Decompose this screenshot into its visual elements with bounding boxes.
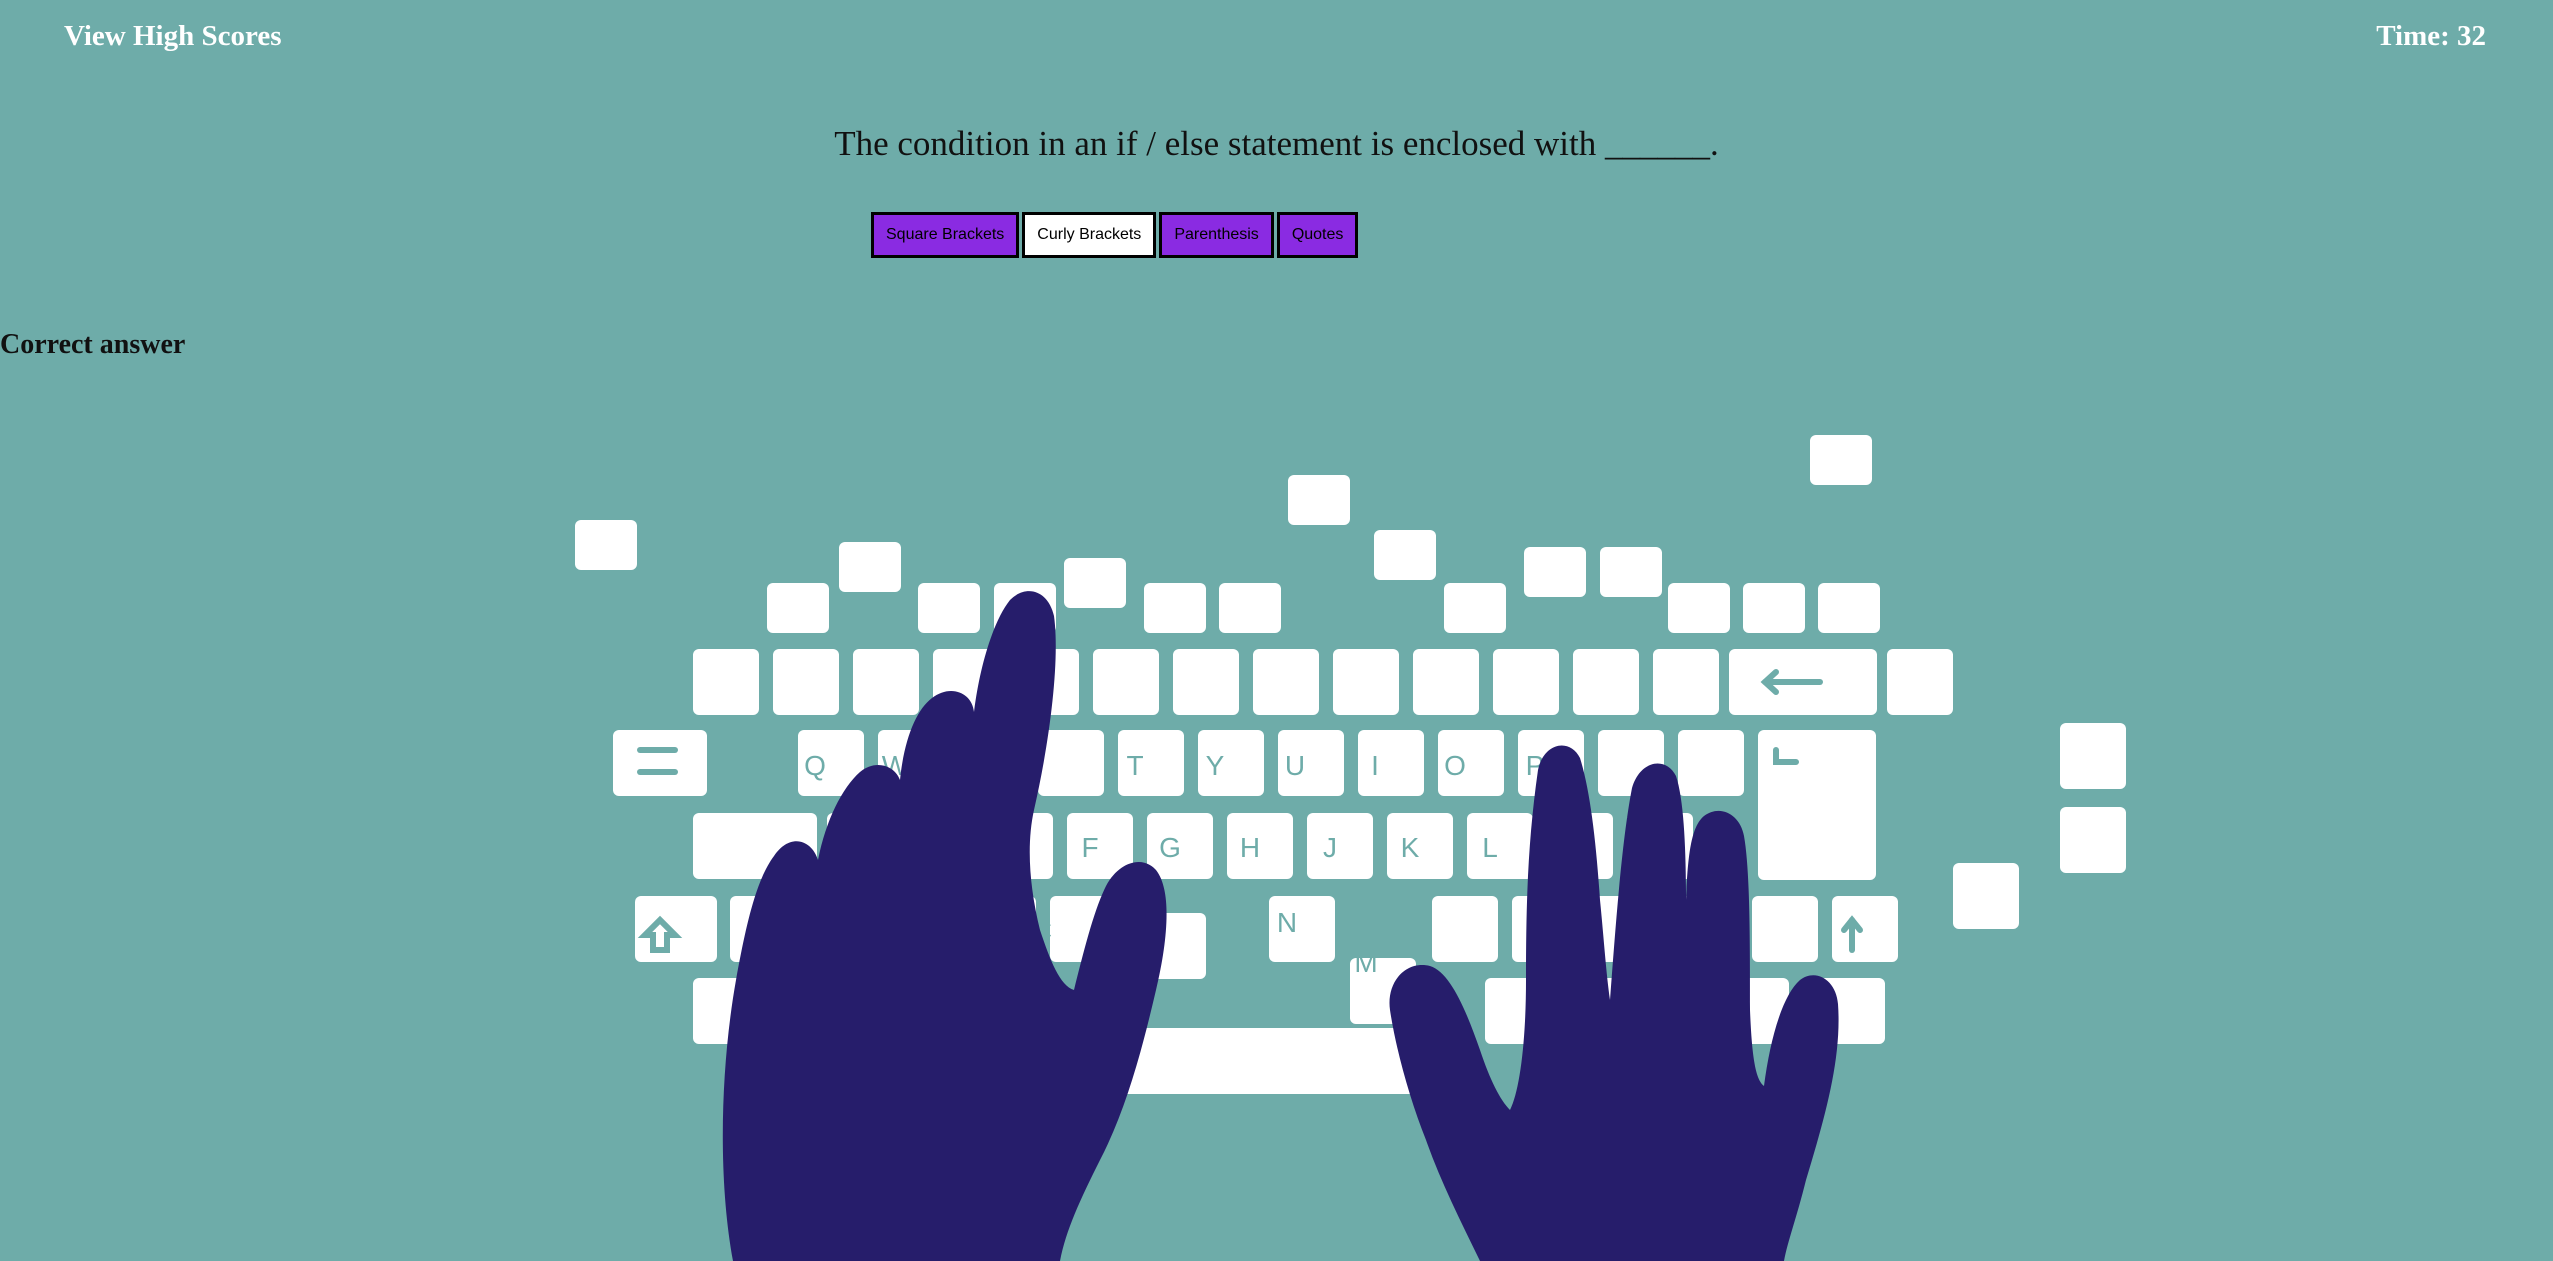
- key-t-label: T: [1126, 750, 1143, 781]
- key-m-label: M: [1354, 947, 1377, 978]
- key-q-label: Q: [804, 750, 826, 781]
- question-text: The condition in an if / else statement …: [834, 124, 1719, 163]
- key-f-label: F: [1081, 832, 1098, 863]
- key-l-label: L: [1482, 832, 1498, 863]
- key-u-label: U: [1285, 750, 1305, 781]
- feedback-text: Correct answer: [0, 329, 186, 360]
- typing-hands-keyboard-icon: Q W T Y U I O P F G H J K L C V N M: [575, 435, 2126, 1261]
- key-k-label: K: [1401, 832, 1420, 863]
- key-g-label: G: [1159, 832, 1181, 863]
- key-j-label: J: [1323, 832, 1337, 863]
- answer-parenthesis[interactable]: Parenthesis: [1159, 212, 1274, 258]
- timer: Time: 32: [2376, 20, 2486, 52]
- key-y-label: Y: [1206, 750, 1225, 781]
- key-h-label: H: [1240, 832, 1260, 863]
- answer-quotes[interactable]: Quotes: [1276, 212, 1359, 258]
- view-high-scores-link[interactable]: View High Scores: [64, 20, 282, 53]
- answer-curly-brackets[interactable]: Curly Brackets: [1022, 212, 1157, 258]
- key-i-label: I: [1371, 750, 1379, 781]
- key-o-label: O: [1444, 750, 1466, 781]
- key-n-label: N: [1277, 907, 1297, 938]
- answer-options: Square Brackets Curly Brackets Parenthes…: [871, 212, 1359, 258]
- answer-square-brackets[interactable]: Square Brackets: [871, 212, 1020, 258]
